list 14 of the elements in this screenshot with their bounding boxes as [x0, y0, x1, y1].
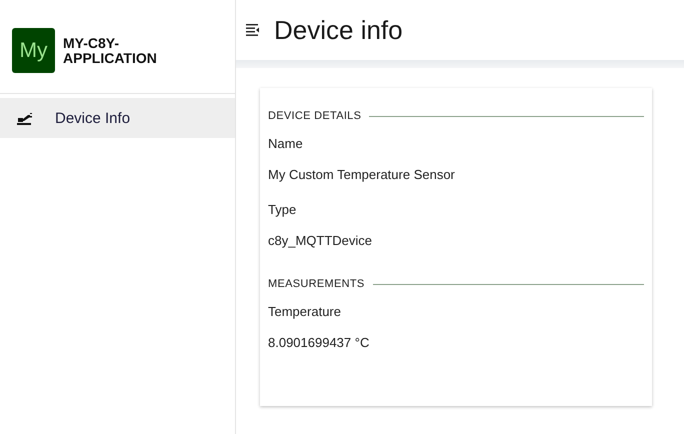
- nav-item[interactable]: Device Info: [0, 98, 235, 138]
- field-label: Name: [268, 136, 304, 151]
- field-label: Temperature: [268, 304, 342, 319]
- section-title: DEVICE DETAILS: [268, 110, 362, 122]
- app-title: MY-C8Y-APPLICATION: [63, 36, 158, 66]
- app-logo: My: [12, 28, 55, 73]
- field-label: Type: [268, 202, 298, 217]
- page-title: Device info: [274, 14, 403, 46]
- field-value: My Custom Temperature Sensor: [268, 167, 456, 182]
- menu-collapse-icon[interactable]: [246, 24, 260, 36]
- field-value: 8.0901699437 °C: [268, 335, 370, 350]
- robot-arm-icon: [17, 111, 33, 125]
- section-title: MEASUREMENTS: [268, 278, 364, 290]
- field-value: c8y_MQTTDevice: [268, 233, 374, 248]
